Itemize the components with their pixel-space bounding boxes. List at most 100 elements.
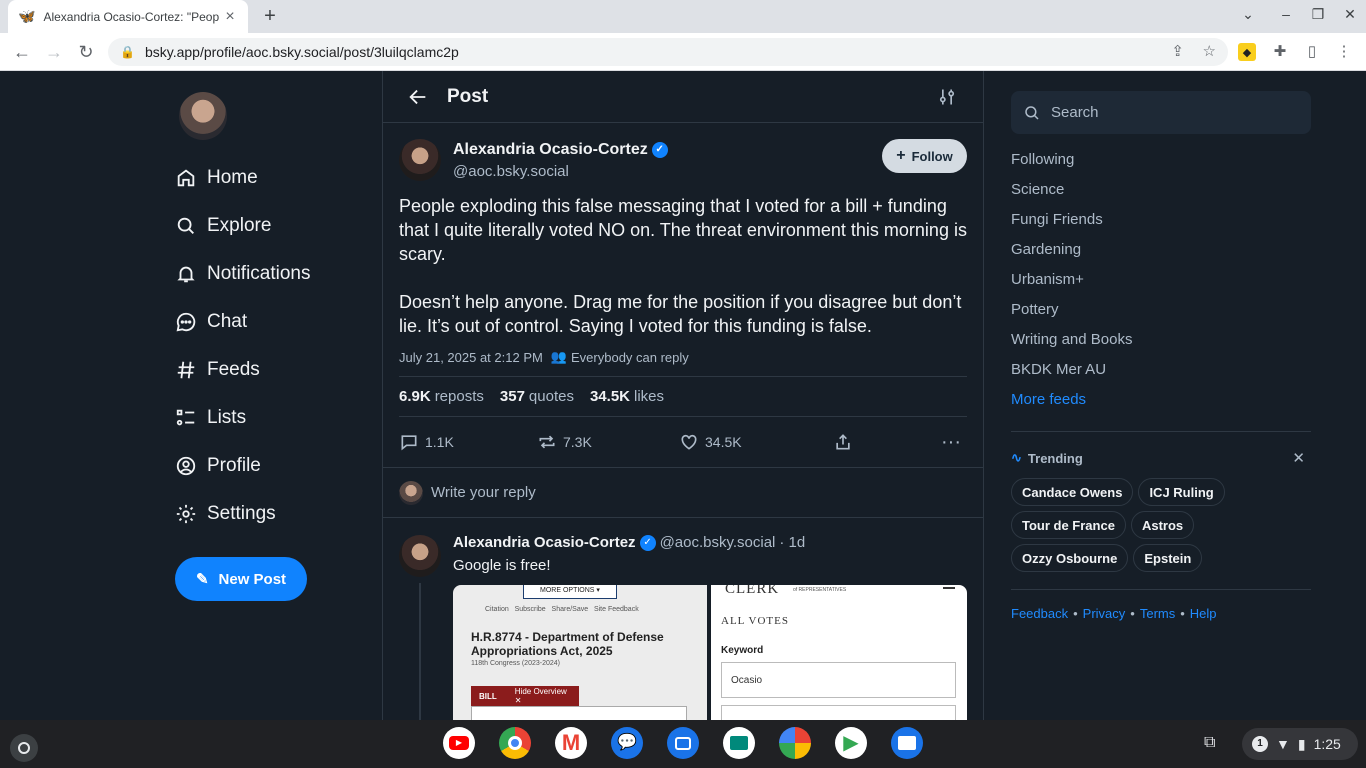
feed-link[interactable]: Urbanism+ xyxy=(1011,271,1132,301)
launcher-button[interactable] xyxy=(10,734,38,762)
search-input[interactable]: Search xyxy=(1011,91,1311,134)
footer-link[interactable]: Privacy xyxy=(1083,606,1126,621)
reply-button[interactable]: 1.1K xyxy=(399,432,454,452)
reply-composer[interactable]: Write your reply xyxy=(383,467,983,518)
close-icon[interactable]: ✕ xyxy=(1292,449,1305,467)
more-options-button[interactable]: ··· xyxy=(941,431,961,454)
thread-settings-icon[interactable] xyxy=(937,87,957,107)
meet-icon[interactable] xyxy=(723,727,755,759)
nav-label: Settings xyxy=(207,503,276,524)
embedded-image-clerk[interactable]: CLERK of REPRESENTATIVES ALL VOTES Keywo… xyxy=(711,585,967,720)
nav-profile[interactable]: Profile xyxy=(175,442,311,490)
status-tray[interactable]: 1 ▼ ▮ 1:25 xyxy=(1242,728,1358,760)
share-icon[interactable]: ⇪ xyxy=(1171,42,1184,60)
author-avatar[interactable] xyxy=(399,139,441,181)
nav-feeds[interactable]: Feeds xyxy=(175,346,311,394)
feed-link[interactable]: Science xyxy=(1011,181,1132,211)
side-panel-icon[interactable]: ▯ xyxy=(1302,42,1322,62)
trending-chip[interactable]: ICJ Ruling xyxy=(1138,478,1225,506)
reply-handle[interactable]: @aoc.bsky.social xyxy=(660,534,776,551)
like-button[interactable]: 34.5K xyxy=(679,432,742,452)
nav-home[interactable]: Home xyxy=(175,154,311,202)
feed-link[interactable]: BKDK Mer AU xyxy=(1011,361,1132,391)
reload-icon[interactable]: ↻ xyxy=(75,41,97,63)
menu-icon xyxy=(943,587,955,589)
keyword-field: Ocasio xyxy=(721,662,956,698)
puzzle-icon[interactable]: ✚ xyxy=(1270,42,1290,62)
post-actions: 1.1K 7.3K 34.5K ··· xyxy=(399,427,967,457)
tab-search-icon[interactable]: ⌄ xyxy=(1238,6,1258,23)
gmail-icon[interactable]: M xyxy=(555,727,587,759)
minimize-icon[interactable]: – xyxy=(1276,6,1296,22)
menu-dots-icon[interactable]: ⋮ xyxy=(1334,42,1354,62)
url-field[interactable]: 🔒 bsky.app/profile/aoc.bsky.social/post/… xyxy=(108,38,1228,66)
trending-chip[interactable]: Candace Owens xyxy=(1011,478,1134,506)
back-arrow-icon[interactable] xyxy=(407,86,429,108)
compose-icon: ✎ xyxy=(195,571,209,588)
reply-icon xyxy=(401,435,417,451)
maximize-icon[interactable]: ❐ xyxy=(1308,6,1328,23)
youtube-icon[interactable]: ▶ xyxy=(443,727,475,759)
new-tab-button[interactable]: + xyxy=(258,4,282,28)
avatar xyxy=(399,480,423,505)
pinned-apps: ▶ M 💬 ▶ xyxy=(443,727,923,759)
avatar[interactable] xyxy=(179,92,227,140)
congress-label: 118th Congress (2023-2024) xyxy=(471,660,560,667)
author-name[interactable]: Alexandria Ocasio-Cortez ✓ xyxy=(453,141,668,159)
feed-link[interactable]: Fungi Friends xyxy=(1011,211,1132,241)
all-votes-heading: ALL VOTES xyxy=(721,615,789,627)
verified-icon: ✓ xyxy=(639,534,656,551)
quotes-stat[interactable]: 357 quotes xyxy=(500,388,574,405)
post-thread: Post Alexandria Ocasio-Cortez ✓ @aoc.bsk… xyxy=(382,71,984,720)
nav-settings[interactable]: Settings xyxy=(175,490,311,538)
likes-stat[interactable]: 34.5K likes xyxy=(590,388,664,405)
close-window-icon[interactable]: ✕ xyxy=(1340,6,1360,23)
more-feeds-link[interactable]: More feeds xyxy=(1011,391,1132,421)
footer-link[interactable]: Feedback xyxy=(1011,606,1068,621)
search-icon xyxy=(177,217,194,234)
messages-icon[interactable]: 💬 xyxy=(611,727,643,759)
follow-button[interactable]: + Follow xyxy=(882,139,967,173)
feed-link[interactable]: Following xyxy=(1011,151,1132,181)
divider xyxy=(1011,431,1311,432)
new-post-button[interactable]: ✎ New Post xyxy=(175,557,307,601)
image-links: Citation Subscribe Share/Save Site Feedb… xyxy=(485,606,639,613)
embedded-image-congress[interactable]: MORE OPTIONS ▾ Citation Subscribe Share/… xyxy=(453,585,707,720)
photos-icon[interactable] xyxy=(779,727,811,759)
files-icon[interactable] xyxy=(891,727,923,759)
share-button[interactable] xyxy=(833,432,853,452)
tab-strip: 🦋 Alexandria Ocasio-Cortez: "Peop × + ⌄ … xyxy=(0,0,1366,33)
nav-chat[interactable]: Chat xyxy=(175,298,311,346)
ellipsis-icon: ··· xyxy=(941,430,961,453)
reposts-stat[interactable]: 6.9K reposts xyxy=(399,388,484,405)
author-handle[interactable]: @aoc.bsky.social xyxy=(453,163,569,180)
close-tab-icon[interactable]: × xyxy=(222,8,238,26)
nav-notifications[interactable]: Notifications xyxy=(175,250,311,298)
reply-author[interactable]: Alexandria Ocasio-Cortez xyxy=(453,534,636,551)
post-date[interactable]: July 21, 2025 at 2:12 PM xyxy=(399,350,543,365)
trending-chip[interactable]: Astros xyxy=(1130,511,1195,539)
trending-chip[interactable]: Ozzy Osbourne xyxy=(1011,544,1129,572)
forward-icon[interactable]: → xyxy=(43,41,65,63)
divider xyxy=(1011,589,1311,590)
image-box xyxy=(471,706,687,720)
chrome-icon[interactable] xyxy=(499,727,531,759)
browser-tab[interactable]: 🦋 Alexandria Ocasio-Cortez: "Peop × xyxy=(8,0,248,33)
holding-space-icon[interactable]: ⧉ xyxy=(1204,734,1226,754)
trending-chip[interactable]: Tour de France xyxy=(1011,511,1126,539)
play-store-icon[interactable]: ▶ xyxy=(835,727,867,759)
footer-link[interactable]: Terms xyxy=(1140,606,1175,621)
extension-icon[interactable]: ◆ xyxy=(1238,43,1256,61)
bookmark-star-icon[interactable]: ☆ xyxy=(1203,42,1216,60)
camera-icon[interactable] xyxy=(667,727,699,759)
author-avatar[interactable] xyxy=(399,535,441,577)
footer-link[interactable]: Help xyxy=(1190,606,1217,621)
back-icon[interactable]: ← xyxy=(11,41,33,63)
feed-link[interactable]: Writing and Books xyxy=(1011,331,1132,361)
nav-lists[interactable]: Lists xyxy=(175,394,311,442)
feed-link[interactable]: Pottery xyxy=(1011,301,1132,331)
trending-chip[interactable]: Epstein xyxy=(1133,544,1203,572)
repost-button[interactable]: 7.3K xyxy=(537,432,592,452)
feed-link[interactable]: Gardening xyxy=(1011,241,1132,271)
nav-explore[interactable]: Explore xyxy=(175,202,311,250)
